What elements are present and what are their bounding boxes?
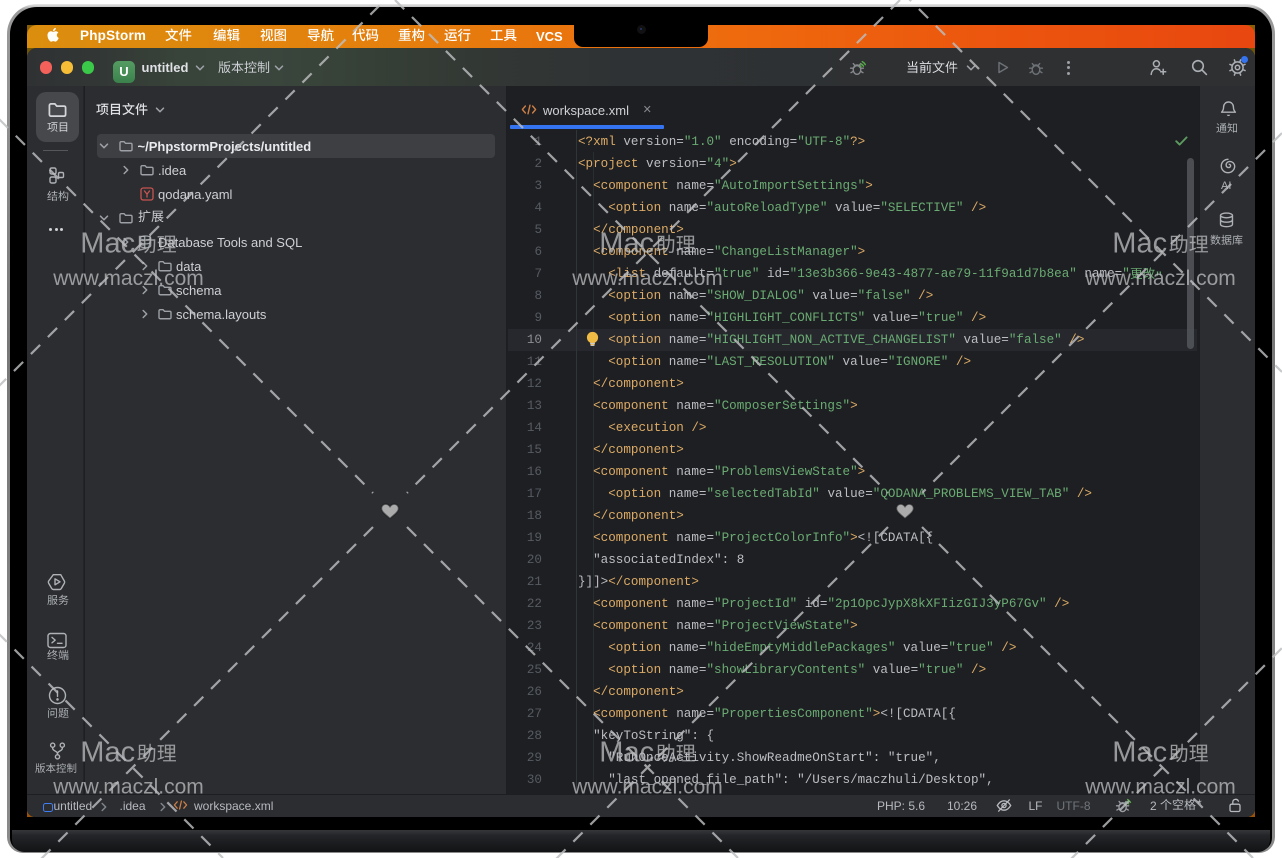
- svg-text:Mac: Mac: [599, 737, 654, 769]
- svg-text:Mac: Mac: [1112, 228, 1167, 260]
- svg-text:Mac: Mac: [599, 228, 654, 260]
- svg-text:Mac: Mac: [80, 228, 135, 260]
- svg-text:www.maczl.com: www.maczl.com: [571, 267, 723, 290]
- svg-text:Mac: Mac: [80, 737, 135, 769]
- svg-text:www.maczl.com: www.maczl.com: [1084, 267, 1236, 290]
- svg-text:www.maczl.com: www.maczl.com: [571, 776, 723, 799]
- svg-text:www.maczl.com: www.maczl.com: [52, 267, 204, 290]
- svg-text:www.maczl.com: www.maczl.com: [52, 776, 204, 799]
- svg-text:Mac: Mac: [1112, 737, 1167, 769]
- svg-text:www.maczl.com: www.maczl.com: [1084, 776, 1236, 799]
